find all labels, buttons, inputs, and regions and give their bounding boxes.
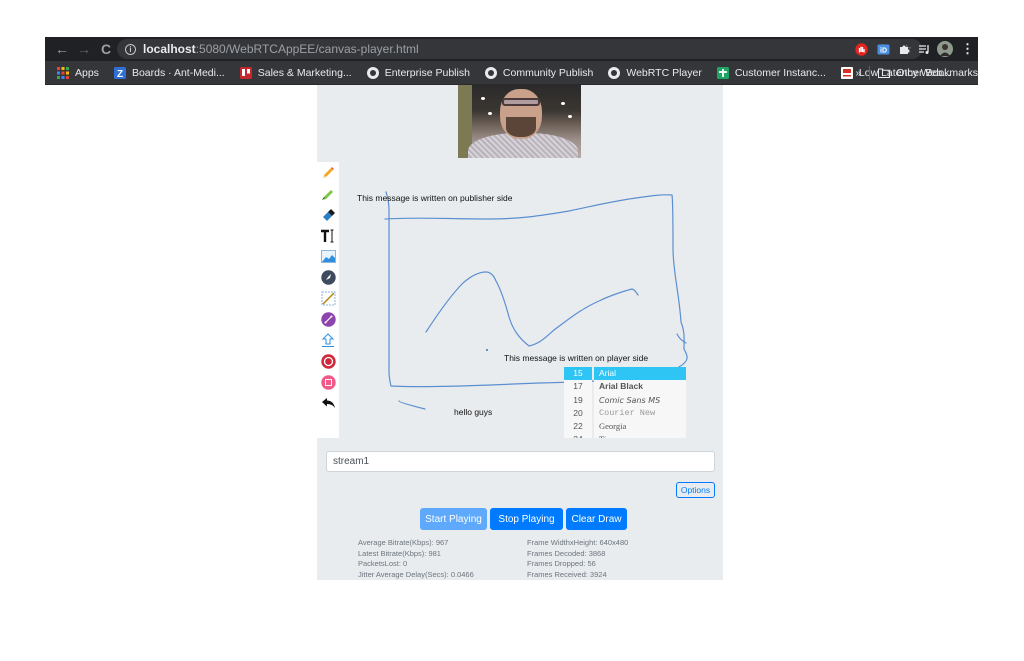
font-family-option[interactable]: Times	[594, 433, 686, 438]
z-icon: Z	[113, 66, 126, 79]
clear-draw-button[interactable]: Clear Draw	[566, 508, 627, 530]
browser-toolbar: ← → C i localhost:5080/WebRTCAppEE/canva…	[45, 37, 978, 61]
eraser-icon	[323, 208, 335, 221]
stop-playing-button[interactable]: Stop Playing	[490, 508, 563, 530]
globe-icon	[484, 66, 497, 79]
stream-id-input[interactable]	[326, 451, 715, 472]
canvas-text-hello[interactable]: hello guys	[454, 407, 492, 417]
rectangle-tool[interactable]	[317, 372, 339, 393]
sheets-icon	[716, 66, 729, 79]
info-icon[interactable]: i	[125, 43, 136, 55]
pencil-icon	[323, 166, 334, 178]
svg-text:Z: Z	[117, 69, 123, 79]
bookmark-community-publish[interactable]: Community Publish	[484, 66, 593, 79]
address-bar[interactable]: i localhost:5080/WebRTCAppEE/canvas-play…	[117, 39, 922, 59]
upload-arrow-icon	[321, 333, 335, 347]
bookmark-boards[interactable]: Z Boards · Ant-Medi...	[113, 66, 225, 79]
other-bookmarks-folder[interactable]: Other Bookmarks	[878, 67, 978, 79]
video-player[interactable]	[458, 85, 581, 158]
font-family-option[interactable]: Courier New	[594, 407, 686, 420]
font-family-list[interactable]: Arial Arial Black Comic Sans MS Courier …	[594, 367, 686, 438]
rectangle-icon	[320, 375, 336, 390]
drawing-toolbox	[317, 162, 339, 438]
undo-tool[interactable]	[317, 393, 339, 414]
browser-window: ← → C i localhost:5080/WebRTCAppEE/canva…	[45, 37, 978, 580]
eraser-tool[interactable]	[317, 204, 339, 225]
line-icon	[321, 291, 335, 306]
apps-grid-icon	[57, 66, 69, 79]
upload-tool[interactable]	[317, 330, 339, 351]
reload-button[interactable]: C	[95, 37, 117, 61]
bookmark-enterprise-publish[interactable]: Enterprise Publish	[366, 66, 470, 79]
circle-icon	[320, 354, 336, 369]
bookmark-sales-marketing[interactable]: Sales & Marketing...	[239, 66, 352, 79]
undo-icon	[321, 398, 335, 408]
globe-icon	[608, 66, 621, 79]
font-size-option[interactable]: 15	[564, 367, 592, 381]
font-size-option[interactable]: 24	[564, 433, 592, 438]
font-size-option[interactable]: 20	[564, 407, 592, 420]
bookmark-webrtc-player[interactable]: WebRTC Player	[608, 66, 702, 79]
more-bookmarks-button[interactable]: »	[855, 67, 861, 79]
frames-decoded: Frames Decoded: 3868	[527, 548, 606, 558]
font-picker-dropdown[interactable]: 15 17 19 20 22 24 Arial Arial Black Comi…	[564, 367, 687, 438]
jitter-delay: Jitter Average Delay(Secs): 0.0466	[358, 569, 474, 579]
font-family-option[interactable]: Arial	[594, 367, 686, 381]
adblock-extension-icon[interactable]	[855, 40, 868, 58]
back-button[interactable]: ←	[51, 37, 73, 61]
bookmarks-divider	[869, 66, 871, 80]
start-playing-button[interactable]: Start Playing	[420, 508, 487, 530]
canvas-player-panel: This message is written on publisher sid…	[317, 85, 723, 580]
font-size-option[interactable]: 17	[564, 380, 592, 393]
browser-menu-icon[interactable]: ⋮	[961, 40, 974, 58]
packets-lost: PacketsLost: 0	[358, 559, 408, 568]
trello-icon	[239, 66, 252, 79]
font-family-option[interactable]: Arial Black	[594, 380, 686, 393]
bookmarks-bar: Apps Z Boards · Ant-Medi... Sales & Mark…	[45, 61, 978, 85]
average-bitrate: Average Bitrate(Kbps): 967	[358, 538, 449, 547]
text-tool[interactable]	[317, 225, 339, 246]
font-family-option[interactable]: Comic Sans MS	[594, 394, 686, 407]
page-content: This message is written on publisher sid…	[45, 85, 978, 580]
arrow-line-tool[interactable]	[317, 309, 339, 330]
marker-icon	[322, 189, 333, 200]
bookmark-apps[interactable]: Apps	[57, 66, 99, 79]
stray-dot	[486, 349, 488, 351]
arrow-line-icon	[320, 312, 336, 327]
font-family-option[interactable]: Georgia	[594, 420, 686, 433]
rocket-icon	[320, 270, 336, 285]
stats-right: Frame WidthxHeight: 640x480 Frames Decod…	[527, 538, 628, 580]
text-icon	[321, 229, 334, 242]
latest-bitrate: Latest Bitrate(Kbps): 981	[358, 548, 441, 558]
pencil-tool[interactable]	[317, 162, 339, 183]
svg-text:iD: iD	[880, 47, 887, 54]
bookmark-customer-instance[interactable]: Customer Instanc...	[716, 66, 826, 79]
line-tool[interactable]	[317, 288, 339, 309]
rocket-tool[interactable]	[317, 267, 339, 288]
image-tool[interactable]	[317, 246, 339, 267]
marker-tool[interactable]	[317, 183, 339, 204]
extensions-puzzle-icon[interactable]	[898, 40, 910, 58]
font-size-list[interactable]: 15 17 19 20 22 24	[564, 367, 592, 438]
canvas-text-publisher[interactable]: This message is written on publisher sid…	[357, 193, 512, 203]
image-icon	[320, 250, 336, 263]
frames-received: Frames Received: 3924	[527, 569, 607, 579]
folder-icon	[878, 68, 891, 78]
page-icon	[840, 66, 853, 79]
options-button[interactable]: Options	[676, 482, 715, 498]
frames-dropped: Frames Dropped: 56	[527, 559, 596, 568]
frame-size: Frame WidthxHeight: 640x480	[527, 538, 629, 547]
id-extension-icon[interactable]: iD	[877, 40, 890, 58]
font-size-option[interactable]: 19	[564, 394, 592, 407]
font-size-option[interactable]: 22	[564, 420, 592, 433]
globe-icon	[366, 66, 379, 79]
stats-left: Average Bitrate(Kbps): 967 Latest Bitrat…	[358, 538, 474, 580]
media-queue-icon[interactable]	[918, 40, 931, 58]
url-text[interactable]: localhost:5080/WebRTCAppEE/canvas-player…	[143, 42, 419, 56]
circle-tool[interactable]	[317, 351, 339, 372]
profile-avatar[interactable]	[937, 40, 953, 58]
forward-button[interactable]: →	[73, 37, 95, 61]
canvas-text-player[interactable]: This message is written on player side	[504, 353, 648, 363]
